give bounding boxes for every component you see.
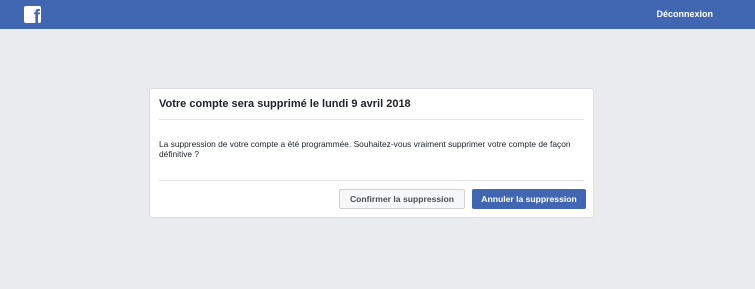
- logout-link[interactable]: Déconnexion: [656, 9, 713, 19]
- dialog-title: Votre compte sera supprimé le lundi 9 av…: [159, 98, 411, 110]
- logo-letter: f: [33, 7, 40, 23]
- facebook-logo-icon[interactable]: f: [24, 6, 41, 23]
- confirm-deletion-button[interactable]: Confirmer la suppression: [339, 189, 465, 209]
- dialog-divider-top: [159, 119, 584, 120]
- dialog-message: La suppression de votre compte a été pro…: [159, 139, 571, 159]
- cancel-deletion-button[interactable]: Annuler la suppression: [472, 189, 586, 209]
- account-deletion-dialog: Votre compte sera supprimé le lundi 9 av…: [149, 88, 594, 218]
- dialog-divider-bottom: [159, 180, 584, 181]
- top-navigation-bar: f Déconnexion: [0, 0, 755, 29]
